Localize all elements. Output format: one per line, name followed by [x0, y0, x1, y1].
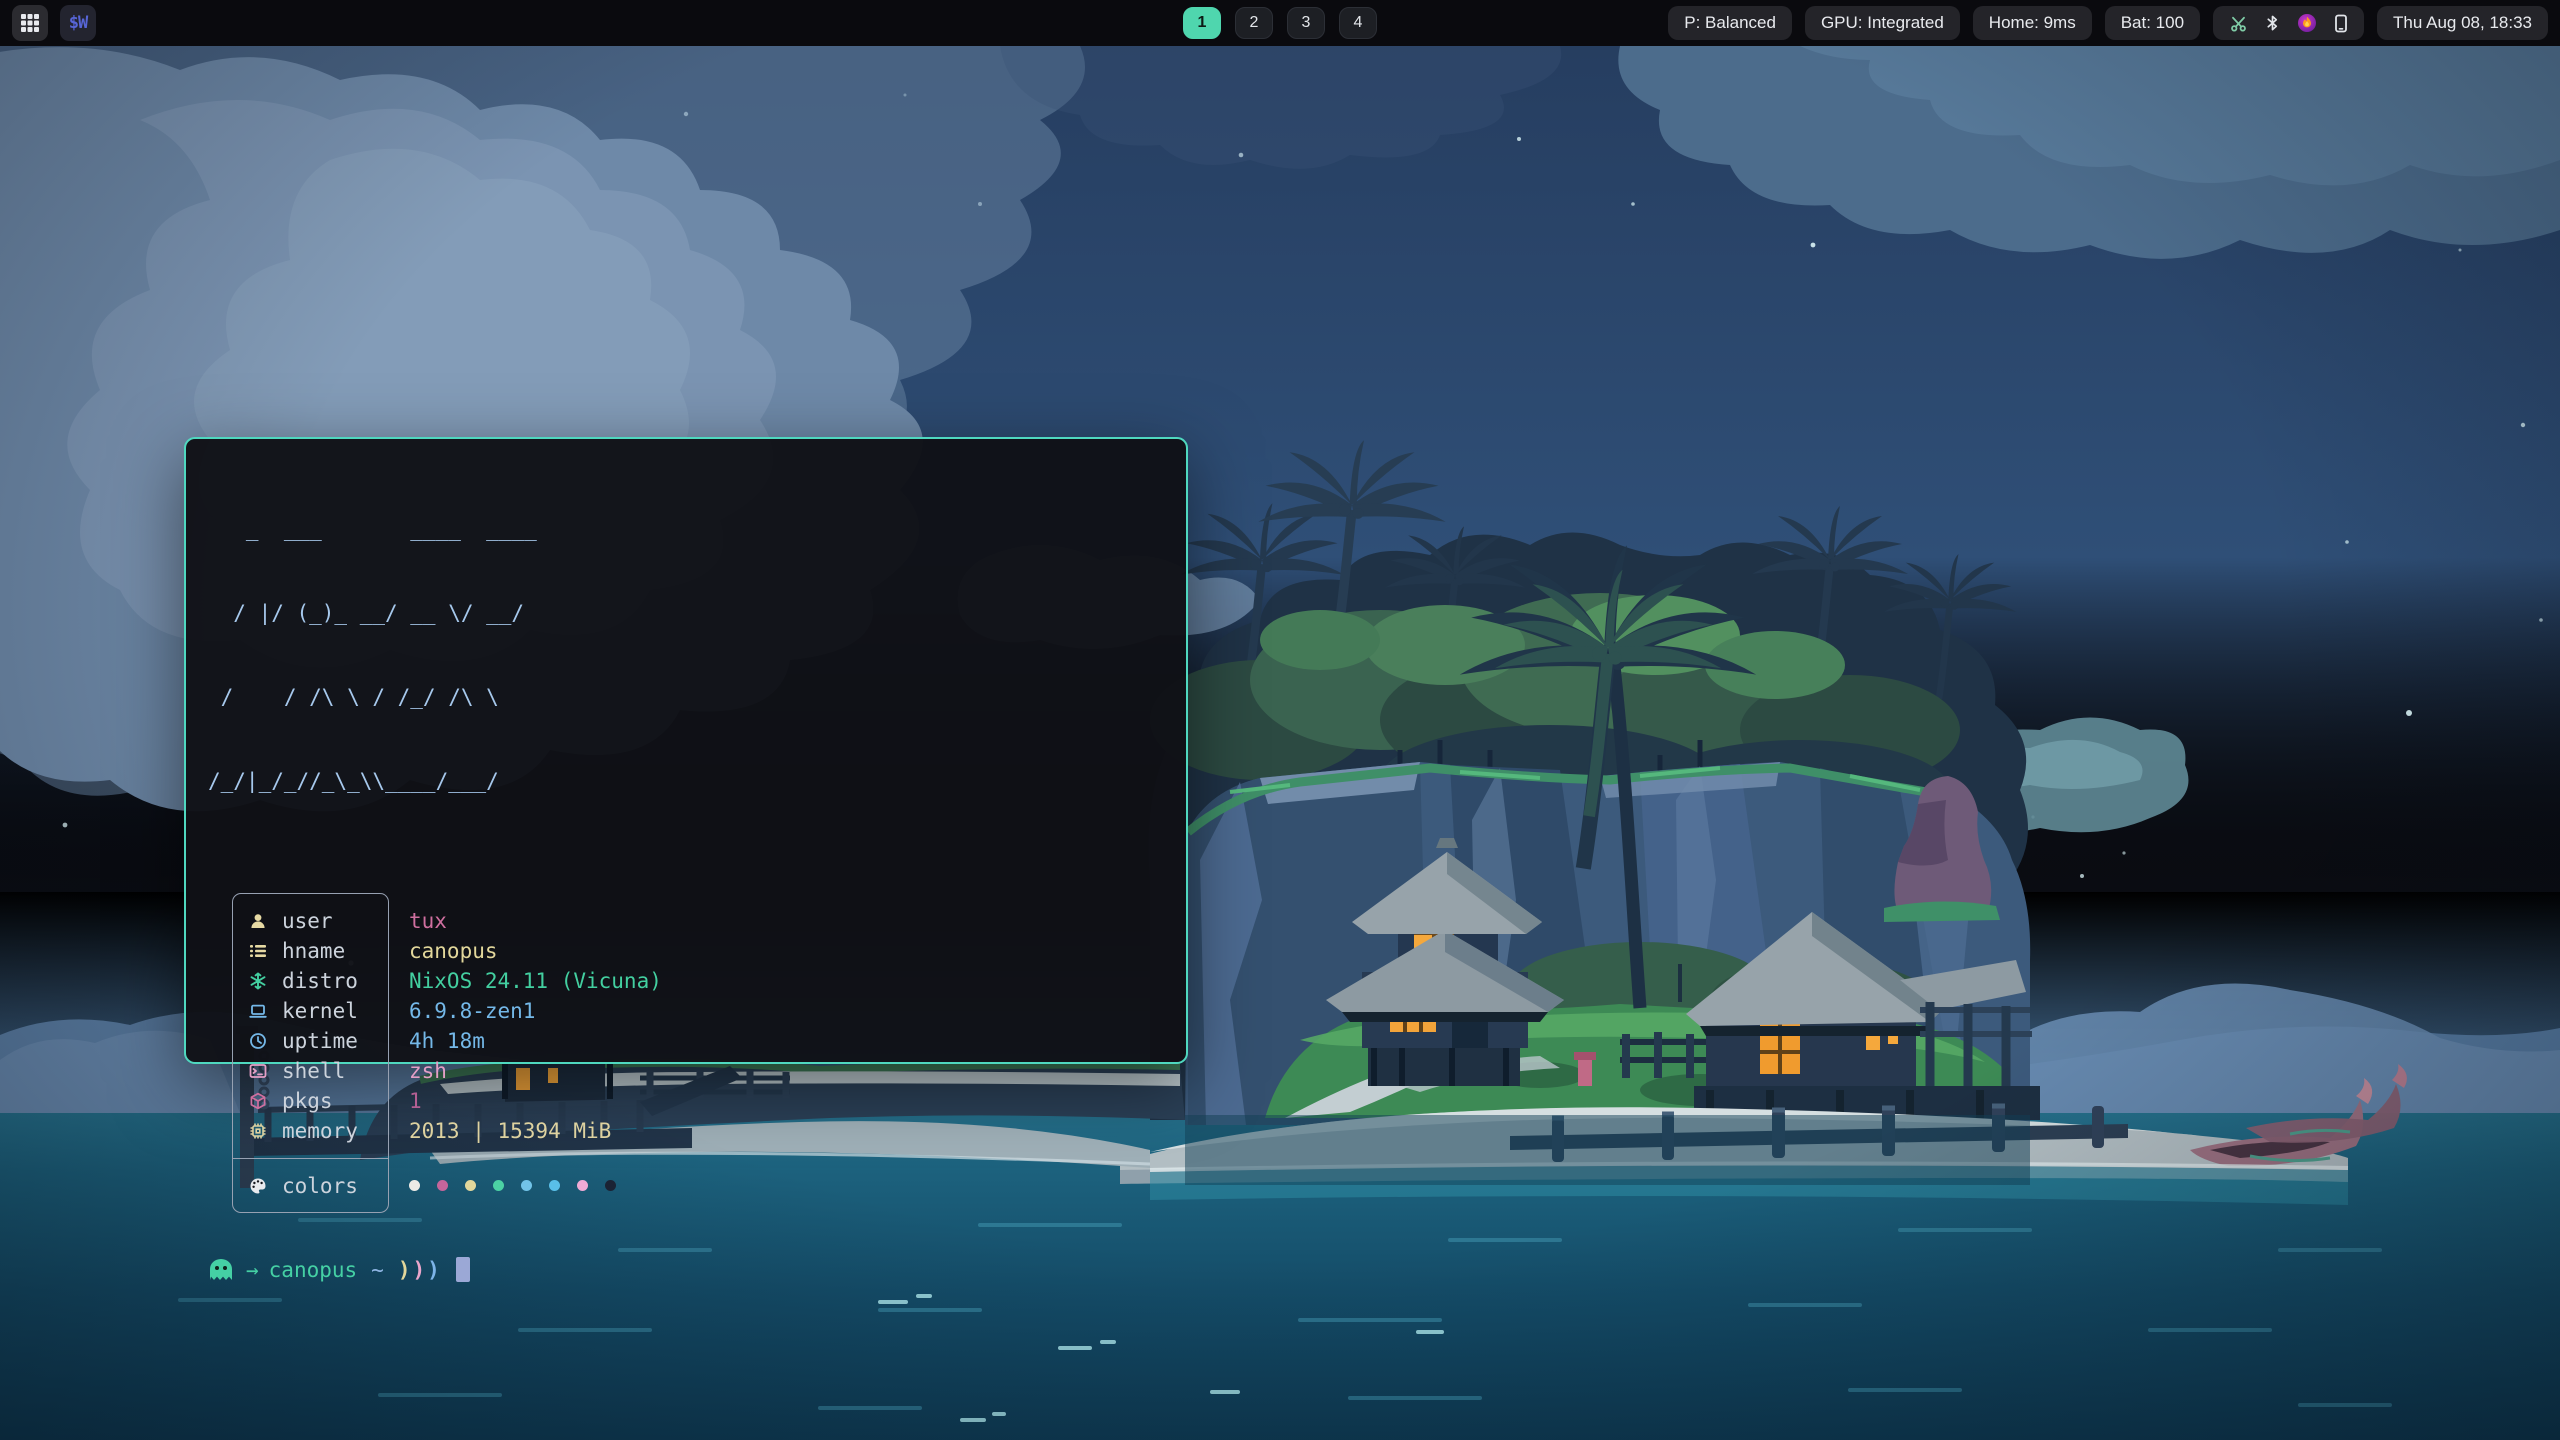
fetch-row-shell: shell — [233, 1056, 388, 1086]
prompt-decorations: ))) — [398, 1258, 442, 1282]
fetch-row-user: user — [233, 906, 388, 936]
status-bar: $W 1 2 3 4 P: Balanced GPU: Integrated H… — [0, 0, 2560, 46]
hostname-icon — [246, 942, 270, 960]
fetch-row-memory: memory — [233, 1116, 388, 1146]
palette-dot — [577, 1180, 588, 1191]
palette-dot — [465, 1180, 476, 1191]
phone-icon[interactable] — [2334, 14, 2348, 33]
fetch-colors-box: colors — [232, 1158, 389, 1213]
shell-prompt[interactable]: → canopus ~ ))) — [208, 1257, 1164, 1282]
distro-icon — [246, 972, 270, 990]
gpu-module[interactable]: GPU: Integrated — [1805, 6, 1960, 40]
palette-dot — [437, 1180, 448, 1191]
kernel-icon — [246, 1002, 270, 1020]
fetch-value-pkgs: 1 — [409, 1086, 662, 1116]
workspace-4[interactable]: 4 — [1339, 7, 1377, 39]
uptime-icon — [246, 1032, 270, 1050]
battery-module[interactable]: Bat: 100 — [2105, 6, 2200, 40]
workspace-switcher: 1 2 3 4 — [1183, 0, 1377, 46]
palette-dot — [409, 1180, 420, 1191]
fetch-row-colors: colors — [233, 1171, 358, 1201]
fetch-value-memory: 2013 | 15394 MiB — [409, 1116, 662, 1146]
fetch-value-user: tux — [409, 906, 662, 936]
flame-icon[interactable] — [2297, 13, 2317, 33]
bar-left-group: $W — [0, 5, 96, 41]
workspace-3[interactable]: 3 — [1287, 7, 1325, 39]
ghost-icon — [208, 1258, 234, 1281]
fetch-row-uptime: uptime — [233, 1026, 388, 1056]
fetch-row-kernel: kernel — [233, 996, 388, 1026]
terminal-window[interactable]: _ ___ ____ ____ / |/ (_)_ __/ __ \/ __/ … — [184, 437, 1188, 1064]
power-profile-module[interactable]: P: Balanced — [1668, 6, 1792, 40]
system-tray — [2213, 6, 2364, 40]
fetch-values: tux canopus NixOS 24.11 (Vicuna) 6.9.8-z… — [409, 893, 662, 1213]
palette-dot — [493, 1180, 504, 1191]
fetch-row-hostname: hname — [233, 936, 388, 966]
sw-logo-button[interactable]: $W — [60, 5, 96, 41]
palette-dots — [409, 1158, 662, 1213]
memory-icon — [246, 1122, 270, 1140]
bluetooth-icon[interactable] — [2265, 14, 2280, 32]
fetch-row-distro: distro — [233, 966, 388, 996]
workspace-1[interactable]: 1 — [1183, 7, 1221, 39]
prompt-arrow: → — [246, 1258, 259, 1282]
fetch-label-box: user hname distro — [232, 893, 389, 1159]
bar-right-group: P: Balanced GPU: Integrated Home: 9ms Ba… — [1668, 6, 2560, 40]
clock-module[interactable]: Thu Aug 08, 18:33 — [2377, 6, 2548, 40]
palette-icon — [246, 1177, 270, 1195]
fetch-value-uptime: 4h 18m — [409, 1026, 662, 1056]
prompt-cwd: ~ — [371, 1258, 384, 1282]
fetch-value-shell: zsh — [409, 1056, 662, 1086]
workspace-2[interactable]: 2 — [1235, 7, 1273, 39]
fetch-row-packages: pkgs — [233, 1086, 388, 1116]
prompt-hostname: canopus — [269, 1258, 358, 1282]
terminal-cursor[interactable] — [456, 1257, 470, 1282]
nixos-ascii-logo: _ ___ ____ ____ / |/ (_)_ __/ __ \/ __/ … — [208, 459, 1164, 851]
palette-dot — [549, 1180, 560, 1191]
grid-apps-icon — [20, 13, 40, 33]
sw-logo-text: $W — [69, 13, 87, 33]
palette-dot — [605, 1180, 616, 1191]
network-latency-module[interactable]: Home: 9ms — [1973, 6, 2092, 40]
scissors-icon[interactable] — [2229, 15, 2248, 32]
palette-dot — [521, 1180, 532, 1191]
fetch-info: user hname distro — [232, 893, 1164, 1213]
fetch-value-kernel: 6.9.8-zen1 — [409, 996, 662, 1026]
packages-icon — [246, 1092, 270, 1110]
fetch-value-distro: NixOS 24.11 (Vicuna) — [409, 966, 662, 996]
user-icon — [246, 912, 270, 930]
fetch-value-hname: canopus — [409, 936, 662, 966]
app-launcher-button[interactable] — [12, 5, 48, 41]
shell-icon — [246, 1062, 270, 1080]
